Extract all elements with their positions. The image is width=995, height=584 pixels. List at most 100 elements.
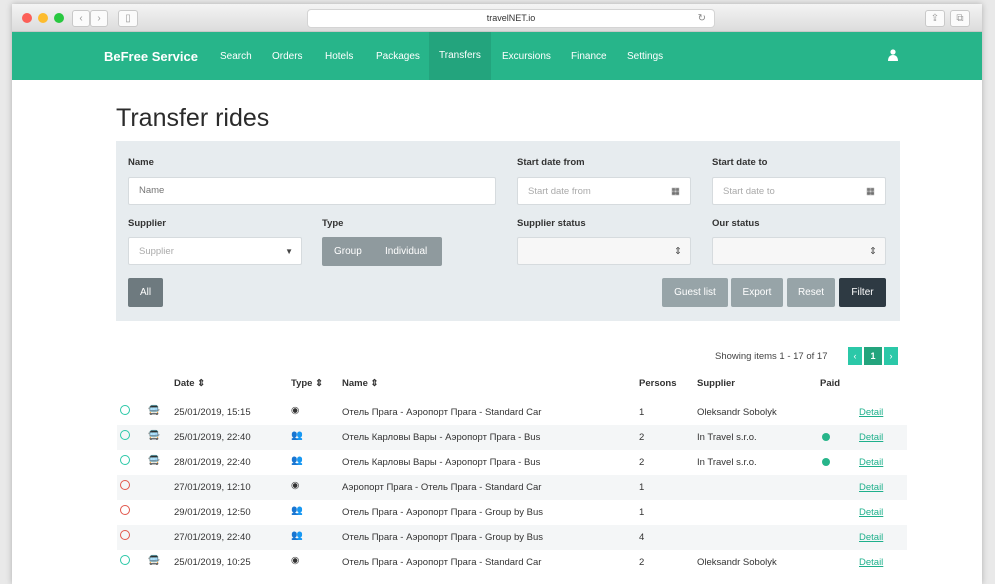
- reset-button[interactable]: Reset: [787, 278, 835, 307]
- row-name: Отель Карловы Вары - Аэропорт Прага - Bu…: [342, 432, 541, 443]
- status-circle-icon[interactable]: [120, 505, 130, 515]
- status-circle-icon[interactable]: [120, 530, 130, 540]
- row-persons: 4: [639, 532, 645, 543]
- sidebar-icon[interactable]: ▯: [118, 10, 138, 27]
- tabs-icon[interactable]: ⧉: [950, 10, 970, 27]
- table-row: 🚍 25/01/2019, 15:15 ◉ Отель Прага - Аэропор…: [117, 400, 907, 425]
- row-name: Отель Прага - Аэропорт Прага - Group by …: [342, 532, 544, 543]
- row-supplier: In Travel s.r.o.: [697, 457, 757, 468]
- row-supplier: In Travel s.r.o.: [697, 432, 757, 443]
- type-individual-button[interactable]: Individual: [385, 246, 427, 257]
- address-bar[interactable]: travelNET.io ↻: [307, 9, 715, 28]
- brand-logo[interactable]: BeFree Service: [104, 49, 198, 64]
- group-icon: 👥: [291, 505, 303, 516]
- all-button[interactable]: All: [128, 278, 163, 307]
- supplier-placeholder: Supplier: [139, 246, 174, 257]
- table-row: 🚍 28/01/2019, 22:40 👥 Отель Карловы Вары - …: [117, 450, 907, 475]
- maximize-window-icon[interactable]: [54, 13, 64, 23]
- start-from-placeholder: Start date from: [528, 186, 591, 197]
- nav-settings[interactable]: Settings: [627, 51, 663, 62]
- row-persons: 2: [639, 457, 645, 468]
- bus-icon: 🚍: [148, 455, 160, 466]
- header-name[interactable]: Name ⇕: [342, 378, 378, 389]
- header-persons: Persons: [639, 378, 677, 389]
- start-to-placeholder: Start date to: [723, 186, 775, 197]
- our-status-select[interactable]: ⇕: [712, 237, 886, 265]
- table-row: 🚍 25/01/2019, 22:40 👥 Отель Карловы Вары - …: [117, 425, 907, 450]
- export-button[interactable]: Export: [731, 278, 783, 307]
- nav-orders[interactable]: Orders: [272, 51, 303, 62]
- start-to-label: Start date to: [712, 157, 768, 168]
- start-date-to-input[interactable]: Start date to ▦: [712, 177, 886, 205]
- forward-icon[interactable]: ›: [90, 10, 108, 27]
- page-1-button[interactable]: 1: [864, 347, 882, 365]
- row-persons: 1: [639, 407, 645, 418]
- header-type[interactable]: Type ⇕: [291, 378, 323, 389]
- group-icon: 👥: [291, 430, 303, 441]
- header-supplier: Supplier: [697, 378, 736, 389]
- calendar-icon[interactable]: ▦: [671, 178, 680, 206]
- url-text: travelNET.io: [486, 13, 536, 23]
- reload-icon[interactable]: ↻: [698, 10, 706, 27]
- header-date[interactable]: Date ⇕: [174, 378, 205, 389]
- paid-check-icon: [822, 433, 830, 441]
- row-date: 25/01/2019, 22:40: [174, 432, 251, 443]
- group-icon: 👥: [291, 455, 303, 466]
- calendar-icon[interactable]: ▦: [866, 178, 875, 206]
- detail-link[interactable]: Detail: [859, 557, 883, 568]
- browser-toolbar: ‹ › ▯ travelNET.io ↻ ⇪ ⧉: [12, 4, 982, 32]
- status-circle-icon[interactable]: [120, 405, 130, 415]
- row-supplier: Oleksandr Sobolyk: [697, 557, 777, 568]
- supplier-select[interactable]: Supplier ▼: [128, 237, 302, 265]
- type-group-button[interactable]: Group: [334, 246, 362, 257]
- detail-link[interactable]: Detail: [859, 457, 883, 468]
- nav-search[interactable]: Search: [220, 51, 252, 62]
- prev-page-button[interactable]: ‹: [848, 347, 862, 365]
- detail-link[interactable]: Detail: [859, 407, 883, 418]
- start-date-from-input[interactable]: Start date from ▦: [517, 177, 691, 205]
- row-date: 27/01/2019, 22:40: [174, 532, 251, 543]
- type-label: Type: [322, 218, 344, 229]
- next-page-button[interactable]: ›: [884, 347, 898, 365]
- status-circle-icon[interactable]: [120, 480, 130, 490]
- nav-excursions[interactable]: Excursions: [502, 51, 551, 62]
- back-icon[interactable]: ‹: [72, 10, 90, 27]
- minimize-window-icon[interactable]: [38, 13, 48, 23]
- nav-packages[interactable]: Packages: [376, 51, 420, 62]
- page-title: Transfer rides: [116, 104, 270, 132]
- row-persons: 1: [639, 507, 645, 518]
- status-circle-icon[interactable]: [120, 455, 130, 465]
- row-persons: 1: [639, 482, 645, 493]
- person-icon: ◉: [291, 480, 300, 491]
- user-icon[interactable]: [888, 48, 898, 66]
- group-icon: 👥: [291, 530, 303, 541]
- supplier-status-select[interactable]: ⇕: [517, 237, 691, 265]
- share-icon[interactable]: ⇪: [925, 10, 945, 27]
- paid-check-icon: [822, 458, 830, 466]
- status-circle-icon[interactable]: [120, 555, 130, 565]
- type-toggle: Group Individual: [322, 237, 442, 266]
- browser-window: ‹ › ▯ travelNET.io ↻ ⇪ ⧉ BeFree Service …: [12, 4, 982, 584]
- close-window-icon[interactable]: [22, 13, 32, 23]
- app-navbar: BeFree Service Search Orders Hotels Pack…: [12, 32, 982, 80]
- status-circle-icon[interactable]: [120, 430, 130, 440]
- table-row: 27/01/2019, 12:10 ◉ Аэропорт Прага - Отель…: [117, 475, 907, 500]
- detail-link[interactable]: Detail: [859, 507, 883, 518]
- nav-finance[interactable]: Finance: [571, 51, 607, 62]
- guest-list-button[interactable]: Guest list: [662, 278, 728, 307]
- row-name: Отель Прага - Аэропорт Прага - Group by …: [342, 507, 544, 518]
- name-input[interactable]: [128, 177, 496, 205]
- filter-button[interactable]: Filter: [839, 278, 886, 307]
- detail-link[interactable]: Detail: [859, 482, 883, 493]
- header-paid: Paid: [820, 378, 841, 389]
- row-supplier: Oleksandr Sobolyk: [697, 407, 777, 418]
- nav-transfers[interactable]: Transfers: [429, 32, 491, 80]
- row-date: 27/01/2019, 12:10: [174, 482, 251, 493]
- row-name: Отель Прага - Аэропорт Прага - Standard …: [342, 407, 542, 418]
- row-date: 29/01/2019, 12:50: [174, 507, 251, 518]
- nav-hotels[interactable]: Hotels: [325, 51, 353, 62]
- row-date: 25/01/2019, 15:15: [174, 407, 251, 418]
- detail-link[interactable]: Detail: [859, 532, 883, 543]
- bus-icon: 🚍: [148, 405, 160, 416]
- detail-link[interactable]: Detail: [859, 432, 883, 443]
